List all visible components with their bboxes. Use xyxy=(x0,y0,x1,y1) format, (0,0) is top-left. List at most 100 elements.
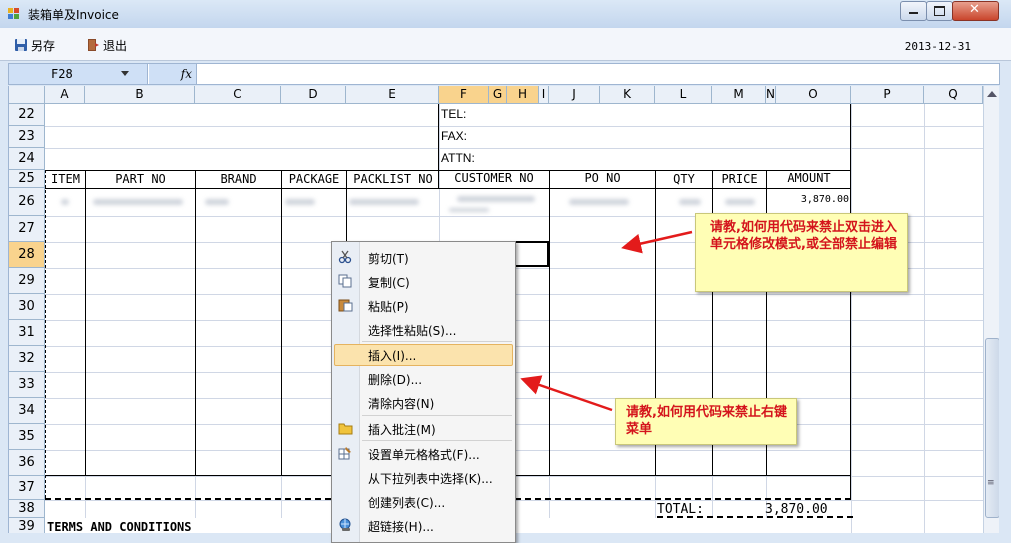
menu-item-format-cells[interactable]: 设置单元格格式(F)... xyxy=(332,442,515,464)
save-as-button[interactable]: 另存 xyxy=(14,36,55,54)
menu-item-paste-special[interactable]: 选择性粘贴(S)... xyxy=(332,318,515,340)
context-menu[interactable]: 剪切(T) 复制(C) 粘贴(P) 选择性粘贴(S)... 插入(I)... 删… xyxy=(331,241,516,543)
blurred-cell xyxy=(449,208,489,212)
scroll-grip-icon: ≡ xyxy=(987,478,995,488)
column-header[interactable]: C xyxy=(195,86,281,103)
row-header[interactable]: 24 xyxy=(9,148,45,170)
row-header[interactable]: 33 xyxy=(9,372,45,398)
row-header[interactable]: 39 xyxy=(9,518,45,533)
row-header[interactable]: 30 xyxy=(9,294,45,320)
menu-item-label: 粘贴(P) xyxy=(368,300,409,314)
scroll-up-icon[interactable] xyxy=(987,91,997,97)
column-header[interactable]: B xyxy=(85,86,195,103)
menu-item-delete[interactable]: 删除(D)... xyxy=(332,367,515,389)
menu-item-insert-comment[interactable]: 插入批注(M) xyxy=(332,417,515,439)
close-button[interactable]: ✕ xyxy=(952,1,999,21)
header-price: PRICE xyxy=(721,172,758,186)
row-header[interactable]: 27 xyxy=(9,216,45,242)
row-header[interactable]: 25 xyxy=(9,170,45,188)
toolbar: 另存 退出 2013-12-31 xyxy=(0,28,1011,61)
exit-label: 退出 xyxy=(103,38,128,53)
tel-label: TEL: xyxy=(441,107,467,121)
header-amount: AMOUNT xyxy=(787,171,831,185)
column-header[interactable]: M xyxy=(712,86,766,103)
menu-item-label: 剪切(T) xyxy=(368,252,409,266)
column-header[interactable]: P xyxy=(851,86,924,103)
table-border xyxy=(85,170,86,476)
menu-item-label: 插入(I)... xyxy=(368,349,417,363)
column-header[interactable]: D xyxy=(281,86,346,103)
minimize-button[interactable] xyxy=(900,1,927,21)
menu-item-label: 创建列表(C)... xyxy=(368,496,446,510)
column-header[interactable]: Q xyxy=(924,86,983,103)
menu-item-cut[interactable]: 剪切(T) xyxy=(332,246,515,268)
column-header[interactable]: J xyxy=(549,86,600,103)
column-header[interactable]: L xyxy=(655,86,712,103)
row-header[interactable]: 26 xyxy=(9,188,45,216)
scrollbar-thumb[interactable] xyxy=(985,338,999,518)
menu-item-create-list[interactable]: 创建列表(C)... xyxy=(332,490,515,512)
menu-item-label: 清除内容(N) xyxy=(368,397,435,411)
column-header[interactable]: A xyxy=(45,86,85,103)
menu-item-label: 插入批注(M) xyxy=(368,423,436,437)
column-header[interactable]: O xyxy=(776,86,851,103)
header-customer-no: CUSTOMER NO xyxy=(454,171,534,185)
row-header[interactable]: 34 xyxy=(9,398,45,424)
formula-input[interactable] xyxy=(199,66,989,82)
blurred-cell xyxy=(457,196,535,202)
table-border xyxy=(281,170,282,476)
blurred-cell xyxy=(205,199,229,205)
paste-icon xyxy=(338,299,353,312)
window-title: 装箱单及Invoice xyxy=(28,8,119,22)
row-header[interactable]: 23 xyxy=(9,126,45,148)
blurred-cell xyxy=(93,199,183,205)
table-border xyxy=(195,170,196,476)
row-header[interactable]: 22 xyxy=(9,104,45,126)
fax-label: FAX: xyxy=(441,129,468,143)
row-header[interactable]: 36 xyxy=(9,450,45,476)
column-header[interactable]: H xyxy=(507,86,539,103)
row-header[interactable]: 28 xyxy=(9,242,45,268)
menu-item-pick-from-list[interactable]: 从下拉列表中选择(K)... xyxy=(332,466,515,488)
name-box[interactable]: F28 xyxy=(9,64,148,84)
exit-icon xyxy=(88,39,99,51)
row-header[interactable]: 35 xyxy=(9,424,45,450)
gridline xyxy=(45,126,983,127)
blurred-cell xyxy=(285,199,315,205)
row-header[interactable]: 32 xyxy=(9,346,45,372)
column-header[interactable]: G xyxy=(489,86,507,103)
menu-item-copy[interactable]: 复制(C) xyxy=(332,270,515,292)
column-header[interactable]: K xyxy=(600,86,655,103)
table-border xyxy=(549,170,550,476)
column-header[interactable]: E xyxy=(346,86,439,103)
header-packlist-no: PACKLIST NO xyxy=(353,172,433,186)
select-all-corner[interactable] xyxy=(9,86,45,103)
maximize-button[interactable] xyxy=(926,1,953,21)
row-header[interactable]: 29 xyxy=(9,268,45,294)
formula-bar: F28 fx xyxy=(8,63,1000,85)
fx-icon: fx xyxy=(149,64,197,84)
menu-item-clear-contents[interactable]: 清除内容(N) xyxy=(332,391,515,413)
total-label: TOTAL: xyxy=(657,502,704,517)
title-bar: 装箱单及Invoice ✕ xyxy=(0,0,1011,29)
menu-separator xyxy=(362,415,512,416)
table-border xyxy=(45,188,851,189)
column-header[interactable]: F xyxy=(439,86,489,103)
folder-icon xyxy=(338,423,353,435)
column-header[interactable]: N xyxy=(766,86,776,103)
header-item: ITEM xyxy=(51,172,80,186)
column-header[interactable]: I xyxy=(539,86,549,103)
menu-separator xyxy=(362,341,512,342)
row-header[interactable]: 37 xyxy=(9,476,45,500)
exit-button[interactable]: 退出 xyxy=(86,36,127,54)
menu-item-insert[interactable]: 插入(I)... xyxy=(332,343,515,365)
menu-item-label: 选择性粘贴(S)... xyxy=(368,324,457,338)
dashed-border xyxy=(657,516,853,518)
callout-text: 请教,如何用代码来禁止右键菜单 xyxy=(626,405,787,437)
vertical-scrollbar[interactable]: ≡ xyxy=(983,86,999,533)
row-header[interactable]: 38 xyxy=(9,500,45,518)
header-part-no: PART NO xyxy=(115,172,166,186)
menu-item-paste[interactable]: 粘贴(P) xyxy=(332,294,515,316)
chevron-down-icon[interactable] xyxy=(121,71,129,76)
row-header[interactable]: 31 xyxy=(9,320,45,346)
